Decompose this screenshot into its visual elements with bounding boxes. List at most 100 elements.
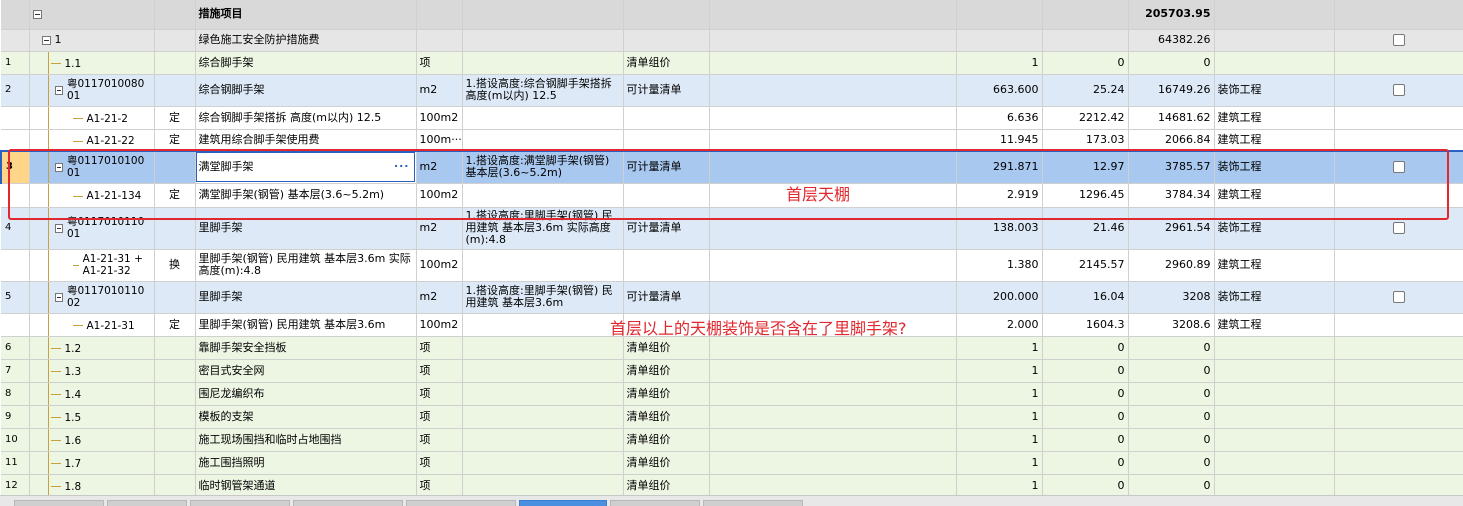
category-cell[interactable]: 装饰工程 (1214, 207, 1335, 250)
checkbox-cell[interactable] (1334, 428, 1463, 452)
unit-price-cell[interactable]: 2145.57 (1042, 249, 1129, 282)
row-checkbox[interactable] (1393, 222, 1405, 234)
name-cell[interactable]: 综合脚手架 (195, 51, 417, 75)
unit-cell[interactable]: 100m··· (416, 129, 463, 152)
code-cell[interactable]: 1.1 (29, 51, 155, 75)
checkbox-cell[interactable] (1334, 74, 1463, 107)
unit-price-cell[interactable]: 2212.42 (1042, 106, 1129, 130)
category-cell[interactable]: 建筑工程 (1214, 129, 1335, 152)
total-cell[interactable]: 0 (1128, 428, 1215, 452)
quantity-cell[interactable]: 1 (956, 451, 1043, 475)
type-mark-cell[interactable] (154, 359, 196, 383)
feature-cell[interactable]: 1.搭设高度:满堂脚手架(钢管) 基本层(3.6~5.2m) (462, 150, 624, 184)
measure-item-row[interactable]: 9 1.5 模板的支架项清单组价 1 0 0 (1, 405, 1463, 429)
unit-cell[interactable]: 100m2 (416, 249, 463, 282)
unit-cell[interactable]: 项 (416, 382, 463, 406)
calc-method-cell[interactable]: 清单组价 (623, 405, 710, 429)
measure-item-row[interactable]: 10 1.6 施工现场围挡和临时占地围挡项清单组价 1 0 0 (1, 428, 1463, 452)
measure-item-row[interactable]: 8 1.4 围尼龙编织布项清单组价 1 0 0 (1, 382, 1463, 406)
name-cell[interactable]: 措施项目 (195, 0, 417, 30)
quantity-cell[interactable]: 1 (956, 382, 1043, 406)
row-checkbox[interactable] (1393, 291, 1405, 303)
total-cell[interactable]: 0 (1128, 336, 1215, 360)
formula-cell[interactable] (709, 405, 957, 429)
name-cell[interactable]: 施工围挡照明 (195, 451, 417, 475)
unit-price-cell[interactable]: 1296.45 (1042, 183, 1129, 208)
formula-cell[interactable] (709, 313, 957, 337)
quantity-cell[interactable]: 1.380 (956, 249, 1043, 282)
quota-row[interactable]: A1-21-134 定满堂脚手架(钢管) 基本层(3.6~5.2m) 100m2 2.… (1, 183, 1463, 208)
calc-method-cell[interactable]: 可计量清单 (623, 74, 710, 107)
feature-cell[interactable] (462, 382, 624, 406)
total-cell[interactable]: 2961.54 (1128, 207, 1215, 250)
name-cell[interactable]: 里脚手架(钢管) 民用建筑 基本层3.6m 实际高度(m):4.8 (195, 249, 417, 282)
formula-cell[interactable] (709, 207, 957, 250)
checkbox-cell[interactable] (1334, 51, 1463, 75)
bottom-tab[interactable] (107, 500, 187, 506)
name-cell[interactable]: 综合钢脚手架 (195, 74, 417, 107)
name-cell[interactable]: 靠脚手架安全挡板 (195, 336, 417, 360)
unit-price-cell[interactable]: 25.24 (1042, 74, 1129, 107)
name-cell[interactable]: 里脚手架 (195, 281, 417, 314)
code-cell[interactable]: 粤011701010001 (29, 150, 155, 184)
name-cell[interactable]: 里脚手架 (195, 207, 417, 250)
quota-row[interactable]: A1-21-22 定建筑用综合脚手架使用费 100m··· 11.945 173.03 2… (1, 129, 1463, 152)
code-cell[interactable] (29, 0, 155, 30)
checkbox-cell[interactable] (1334, 474, 1463, 498)
bottom-tab-active[interactable] (519, 500, 607, 506)
quota-row[interactable]: A1-21-31 + A1-21-32 换里脚手架(钢管) 民用建筑 基本层3.6… (1, 249, 1463, 282)
calc-method-cell[interactable] (623, 249, 710, 282)
code-cell[interactable]: 1.2 (29, 336, 155, 360)
category-cell[interactable] (1214, 336, 1335, 360)
code-cell[interactable]: 1.8 (29, 474, 155, 498)
unit-cell[interactable]: m2 (416, 281, 463, 314)
category-cell[interactable] (1214, 382, 1335, 406)
category-cell[interactable]: 建筑工程 (1214, 249, 1335, 282)
total-cell[interactable]: 0 (1128, 359, 1215, 383)
category-cell[interactable]: 装饰工程 (1214, 281, 1335, 314)
category-cell[interactable] (1214, 359, 1335, 383)
feature-cell[interactable] (462, 336, 624, 360)
checkbox-cell[interactable] (1334, 405, 1463, 429)
unit-price-cell[interactable]: 16.04 (1042, 281, 1129, 314)
bottom-tab[interactable] (703, 500, 803, 506)
category-cell[interactable]: 装饰工程 (1214, 74, 1335, 107)
checkbox-cell[interactable] (1334, 129, 1463, 152)
more-options-icon[interactable]: ··· (394, 160, 410, 173)
formula-cell[interactable] (709, 150, 957, 184)
unit-price-cell[interactable]: 0 (1042, 451, 1129, 475)
feature-cell[interactable] (462, 51, 624, 75)
type-mark-cell[interactable]: 定 (154, 313, 196, 337)
formula-cell[interactable] (709, 474, 957, 498)
code-cell[interactable]: 1.4 (29, 382, 155, 406)
quantity-cell[interactable]: 1 (956, 405, 1043, 429)
total-cell[interactable]: 3208 (1128, 281, 1215, 314)
total-cell[interactable]: 2066.84 (1128, 129, 1215, 152)
unit-cell[interactable]: 100m2 (416, 106, 463, 130)
quantity-cell[interactable]: 663.600 (956, 74, 1043, 107)
bottom-tab[interactable] (14, 500, 104, 506)
measure-item-row[interactable]: 1 1.1 综合脚手架项清单组价 1 0 0 (1, 51, 1463, 75)
formula-cell[interactable] (709, 359, 957, 383)
feature-cell[interactable] (462, 451, 624, 475)
type-mark-cell[interactable] (154, 207, 196, 250)
formula-cell[interactable] (709, 129, 957, 152)
total-cell[interactable]: 16749.26 (1128, 74, 1215, 107)
feature-cell[interactable] (462, 129, 624, 152)
category-cell[interactable] (1214, 428, 1335, 452)
type-mark-cell[interactable]: 定 (154, 129, 196, 152)
type-mark-cell[interactable]: 定 (154, 106, 196, 130)
calc-method-cell[interactable]: 清单组价 (623, 428, 710, 452)
feature-cell[interactable] (462, 474, 624, 498)
collapse-icon[interactable] (54, 223, 63, 233)
unit-price-cell[interactable]: 0 (1042, 51, 1129, 75)
code-cell[interactable]: 1.3 (29, 359, 155, 383)
category-cell[interactable]: 建筑工程 (1214, 313, 1335, 337)
name-cell[interactable]: 密目式安全网 (195, 359, 417, 383)
code-cell[interactable]: 1 (29, 29, 155, 52)
feature-cell[interactable] (462, 313, 624, 337)
checkbox-cell[interactable] (1334, 313, 1463, 337)
unit-price-cell[interactable]: 0 (1042, 336, 1129, 360)
checkbox-cell[interactable] (1334, 207, 1463, 250)
checkbox-cell[interactable] (1334, 382, 1463, 406)
